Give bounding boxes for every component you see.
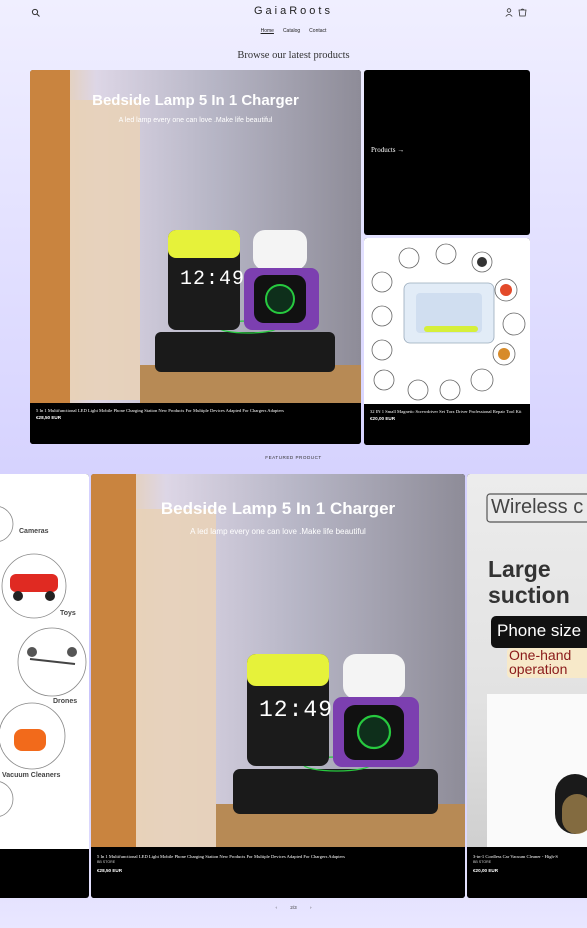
- products-collection-card[interactable]: Products →: [364, 70, 530, 235]
- slider-counter: 2/3: [290, 905, 297, 910]
- collection-card-lamp[interactable]: Bedside Lamp 5 In 1 Charger A led lamp e…: [30, 70, 361, 444]
- cart-icon[interactable]: [518, 8, 527, 17]
- slide-image-heading: Bedside Lamp 5 In 1 Charger: [160, 499, 396, 518]
- collection-card-screwdriver[interactable]: 32 IN 1 Small Magnetic Screwdriver Set T…: [364, 238, 530, 445]
- slide-title[interactable]: 3-in-1 Cordless Car Vacuum Cleaner - Hig…: [473, 854, 558, 859]
- slide-text-large: Large: [488, 556, 551, 582]
- lamp-product-image: Bedside Lamp 5 In 1 Charger A led lamp e…: [30, 70, 361, 403]
- product-caption: 32 IN 1 Small Magnetic Screwdriver Set T…: [364, 404, 530, 445]
- slide-text-suction: suction: [488, 582, 570, 608]
- slider-prev-button[interactable]: ‹: [275, 905, 277, 910]
- nav-contact[interactable]: Contact: [309, 28, 326, 34]
- featured-slide-prev[interactable]: Cameras Toys Drones Vacuum Cleaners: [0, 474, 89, 898]
- slide-image: Bedside Lamp 5 In 1 Charger A led lamp e…: [91, 474, 465, 849]
- nav-home[interactable]: Home: [261, 28, 274, 34]
- product-caption: 5 In 1 Multifunctional LED Light Mobile …: [30, 403, 361, 444]
- products-link[interactable]: Products →: [371, 146, 404, 154]
- slide-price: €28,50 EUR: [97, 867, 123, 873]
- product-title[interactable]: 32 IN 1 Small Magnetic Screwdriver Set T…: [370, 409, 522, 414]
- slide-vendor: BB STORE: [473, 860, 492, 865]
- featured-slide-active[interactable]: Bedside Lamp 5 In 1 Charger A led lamp e…: [91, 474, 465, 898]
- slide-text-operation: operation: [509, 661, 568, 677]
- product-title[interactable]: 5 In 1 Multifunctional LED Light Mobile …: [36, 408, 284, 413]
- slider-next-button[interactable]: ›: [310, 905, 312, 910]
- account-icon[interactable]: [505, 8, 513, 17]
- slide-image-tagline: A led lamp every one can love .Make life…: [190, 527, 366, 536]
- screwdriver-product-image: [364, 238, 530, 404]
- slide-label-vacuum: Vacuum Cleaners: [2, 772, 61, 779]
- collection-title: Browse our latest products: [237, 50, 350, 61]
- site-header: GaiaRoots Home Catalog Contact: [0, 0, 587, 40]
- product-price: €20,00 EUR: [370, 416, 396, 422]
- slide-image: Cameras Toys Drones Vacuum Cleaners: [0, 474, 89, 849]
- nav-catalog[interactable]: Catalog: [283, 28, 300, 34]
- product-price: €28,50 EUR: [36, 415, 62, 421]
- main-nav: Home Catalog Contact: [0, 28, 587, 34]
- featured-slide-next[interactable]: Wireless c Large suction Phone size One-…: [467, 474, 587, 898]
- slide-image: Wireless c Large suction Phone size One-…: [467, 474, 587, 849]
- slide-price: €20,00 EUR: [473, 867, 499, 873]
- clock-display: 12:49: [259, 697, 334, 723]
- slide-title[interactable]: 5 In 1 Multifunctional LED Light Mobile …: [97, 854, 345, 859]
- featured-label: FEATURED PRODUCT: [265, 455, 322, 460]
- slide-caption: 3-in-1 Cordless Car Vacuum Cleaner - Hig…: [467, 847, 587, 898]
- lamp-image-heading: Bedside Lamp 5 In 1 Charger: [92, 92, 299, 109]
- slide-text-wireless: Wireless c: [491, 496, 584, 518]
- slide-vendor: BB STORE: [97, 860, 116, 865]
- slide-text-phone-size: Phone size: [497, 621, 582, 640]
- lamp-image-tagline: A led lamp every one can love .Make life…: [118, 117, 273, 124]
- slide-label-cameras: Cameras: [19, 528, 49, 535]
- brand-logo[interactable]: GaiaRoots: [0, 5, 587, 17]
- slide-caption: 5 In 1 Multifunctional LED Light Mobile …: [91, 847, 465, 898]
- slide-text-one-hand: One-hand: [509, 647, 572, 663]
- clock-display: 12:49: [180, 268, 246, 291]
- slider-pager: ‹ 2/3 ›: [0, 905, 587, 910]
- slide-label-drones: Drones: [53, 698, 78, 705]
- slide-label-toys: Toys: [60, 610, 76, 617]
